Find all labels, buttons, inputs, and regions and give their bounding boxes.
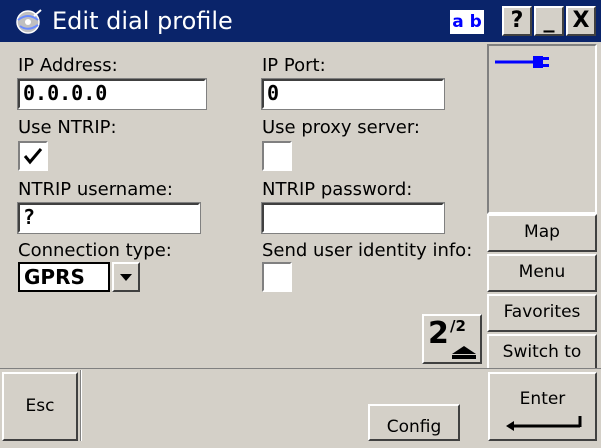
softkey-separator bbox=[80, 370, 82, 441]
use-proxy-checkbox[interactable] bbox=[262, 141, 292, 171]
enter-arrow-icon bbox=[506, 416, 582, 431]
page-current: 2 bbox=[428, 316, 449, 351]
help-button[interactable]: ? bbox=[502, 6, 532, 36]
power-plug-icon bbox=[495, 56, 549, 68]
close-button[interactable]: X bbox=[566, 6, 596, 36]
use-ntrip-label: Use NTRIP: bbox=[18, 117, 117, 138]
window-title: Edit dial profile bbox=[52, 7, 233, 35]
esc-button[interactable]: Esc bbox=[2, 372, 78, 441]
ip-address-label: IP Address: bbox=[18, 55, 118, 76]
checkmark-icon bbox=[23, 148, 43, 165]
ntrip-password-label: NTRIP password: bbox=[262, 179, 413, 200]
ip-port-input[interactable]: 0 bbox=[261, 78, 445, 110]
satellite-dish-icon bbox=[14, 8, 44, 36]
enter-button[interactable]: Enter bbox=[488, 372, 597, 441]
ip-port-label: IP Port: bbox=[262, 55, 326, 76]
menu-button[interactable]: Menu bbox=[487, 254, 597, 292]
ntrip-username-label: NTRIP username: bbox=[18, 179, 173, 200]
enter-label: Enter bbox=[519, 389, 566, 409]
send-identity-label: Send user identity info: bbox=[262, 240, 473, 261]
input-mode-indicator[interactable]: a b bbox=[450, 10, 484, 34]
config-button[interactable]: Config bbox=[368, 404, 460, 441]
favorites-button[interactable]: Favorites bbox=[487, 294, 597, 332]
switch-to-button[interactable]: Switch to bbox=[487, 334, 597, 372]
status-panel bbox=[487, 44, 597, 214]
connection-type-dropdown[interactable]: GPRS bbox=[18, 262, 140, 292]
dropdown-arrow-icon[interactable] bbox=[112, 262, 140, 292]
ip-address-input[interactable]: 0.0.0.0 bbox=[17, 78, 207, 110]
page-up-icon bbox=[452, 346, 476, 359]
ntrip-password-input[interactable] bbox=[261, 202, 445, 234]
send-identity-checkbox[interactable] bbox=[262, 262, 292, 292]
page-total: /2 bbox=[450, 317, 466, 335]
ntrip-username-input[interactable]: ? bbox=[17, 202, 201, 234]
page-indicator-button[interactable]: 2 /2 bbox=[422, 314, 482, 364]
minimize-button[interactable]: _ bbox=[534, 6, 564, 36]
use-proxy-label: Use proxy server: bbox=[262, 117, 420, 138]
map-button[interactable]: Map bbox=[487, 214, 597, 252]
title-bar: Edit dial profile a b ? _ X bbox=[0, 0, 601, 42]
connection-type-label: Connection type: bbox=[18, 240, 172, 261]
use-ntrip-checkbox[interactable] bbox=[18, 141, 48, 171]
connection-type-value[interactable]: GPRS bbox=[18, 262, 110, 292]
